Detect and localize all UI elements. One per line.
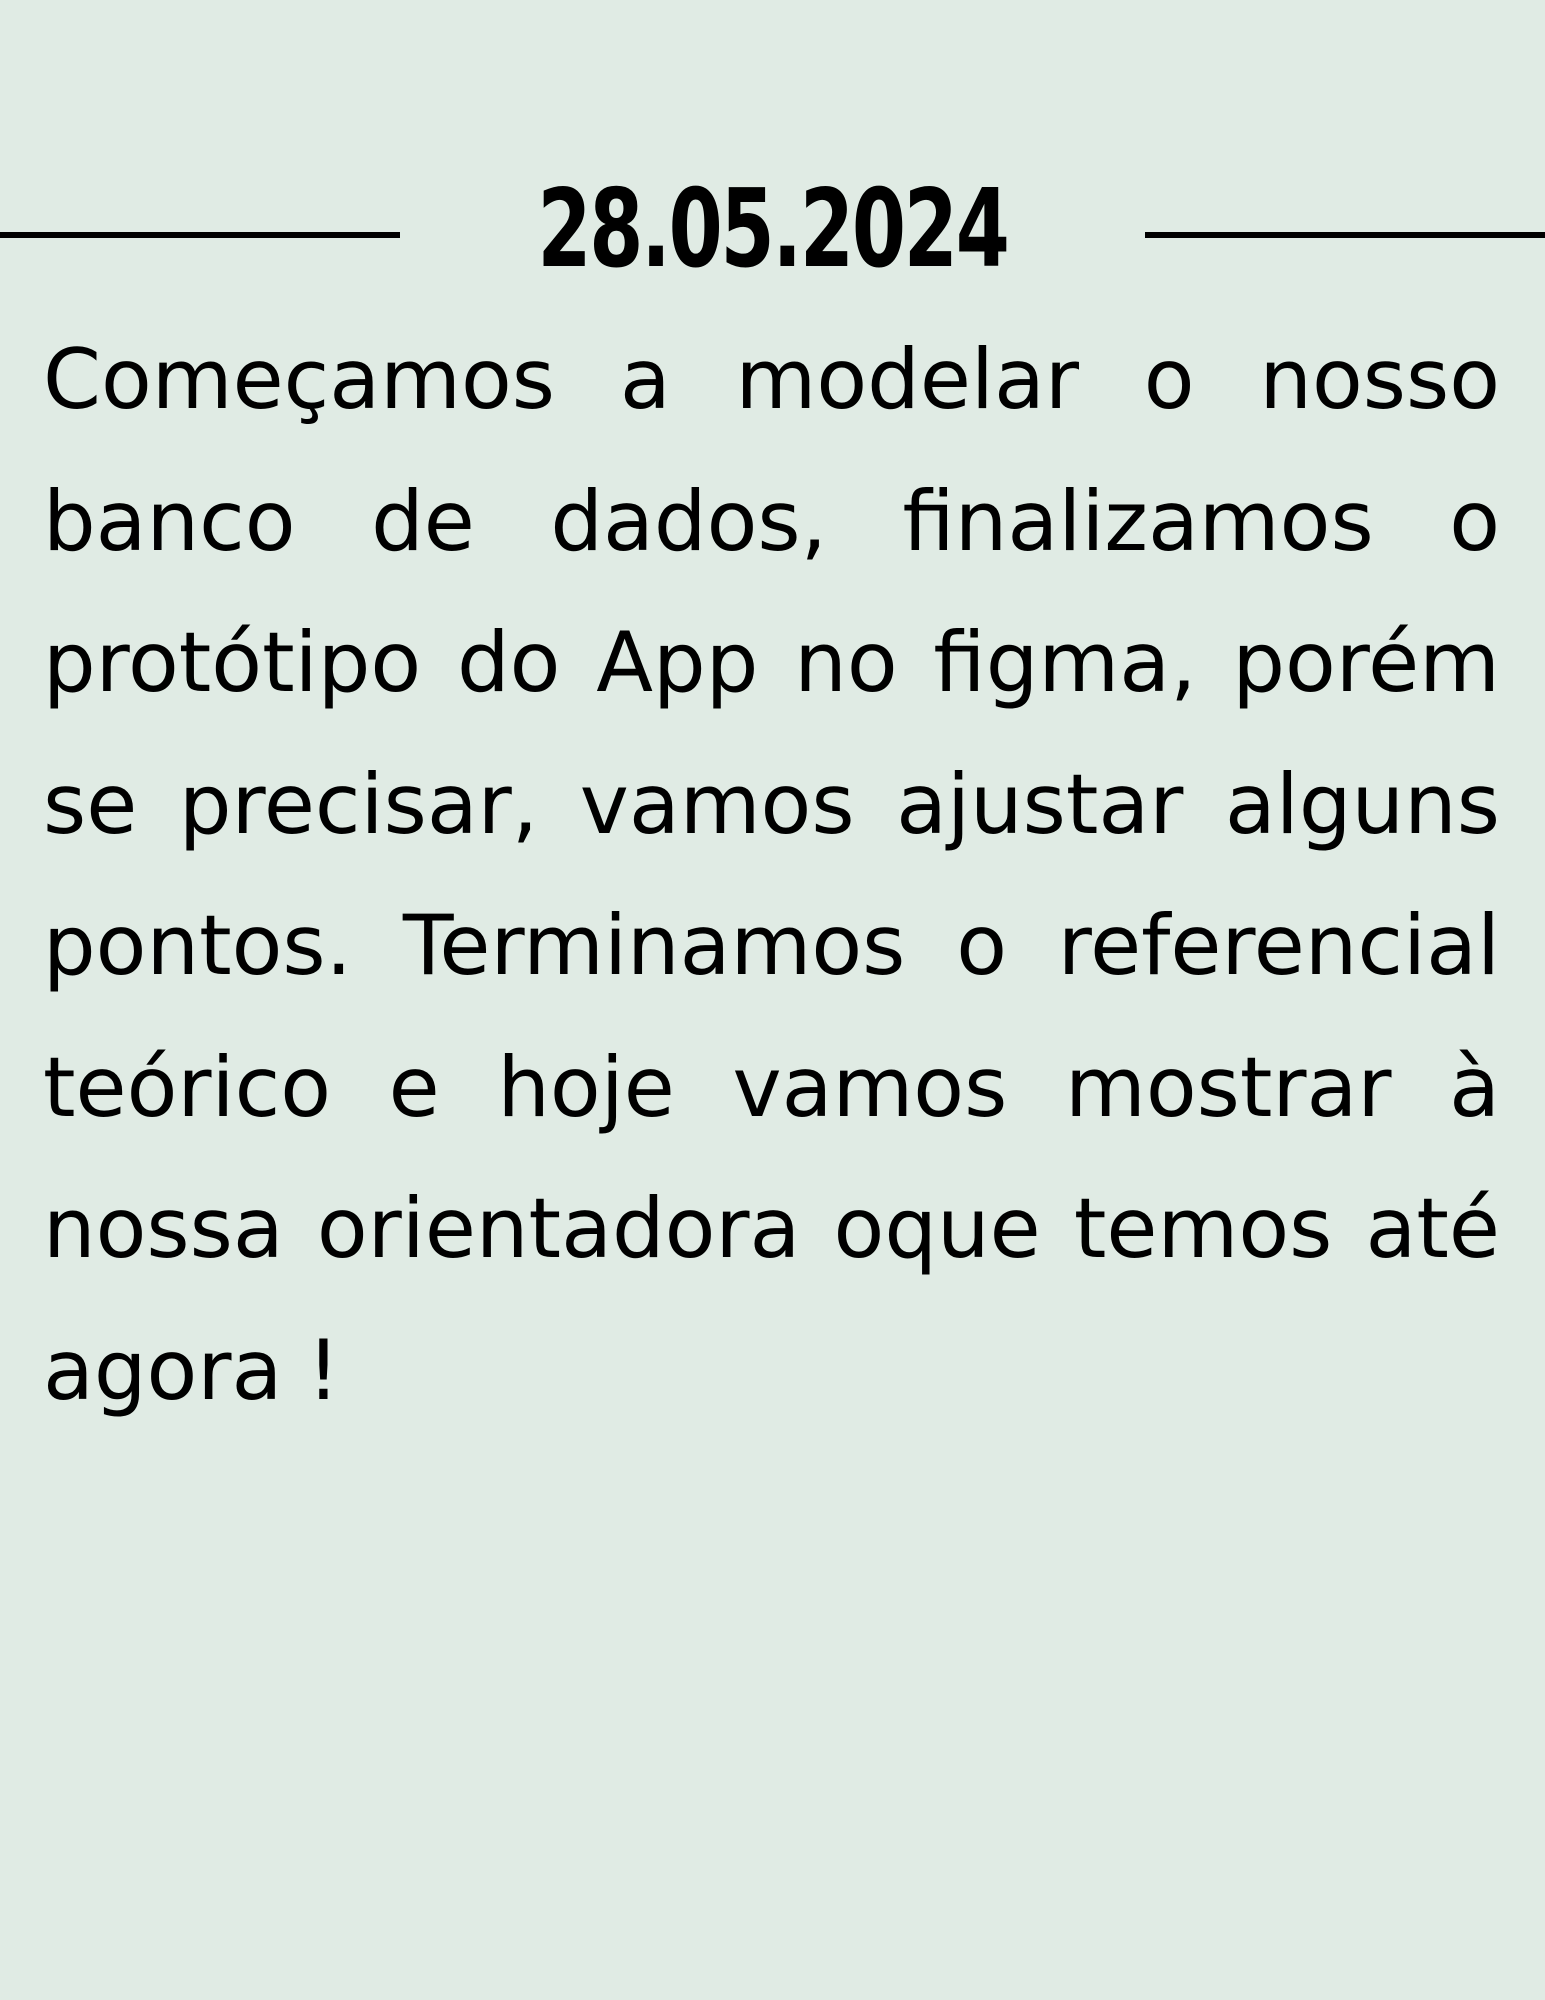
left-divider-line — [0, 232, 400, 238]
page-title-date: 28.05.2024 — [537, 167, 1009, 292]
entry-body-text: Começamos a modelar o nosso banco de dad… — [43, 331, 1500, 1419]
date-header: 28.05.2024 — [0, 150, 1545, 310]
right-divider-line — [1145, 232, 1545, 238]
